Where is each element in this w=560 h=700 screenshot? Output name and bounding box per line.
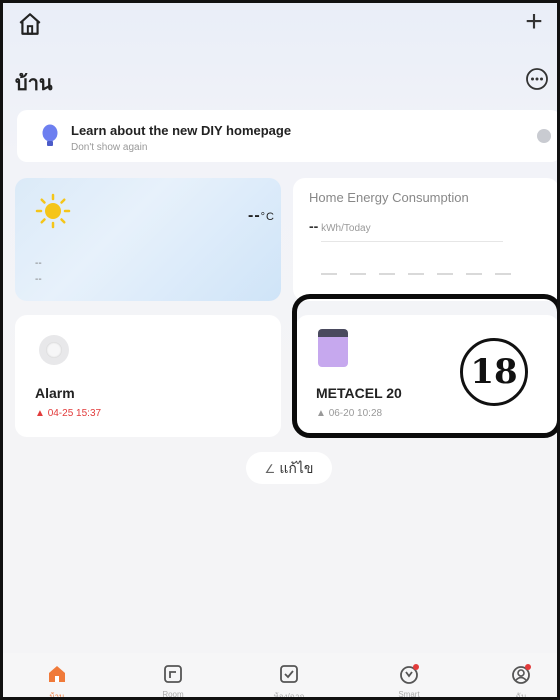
weather-detail-2: --	[35, 274, 42, 285]
home-icon	[49, 666, 65, 682]
diy-homepage-banner[interactable]: Learn about the new DIY homepage Don't s…	[17, 110, 557, 162]
annotation-number: 18	[460, 338, 528, 406]
dismiss-link[interactable]: Don't show again	[71, 142, 147, 153]
energy-divider	[321, 241, 503, 242]
device-name: Alarm	[35, 385, 75, 401]
tab-scene[interactable]: ห้อง/ฉาก	[259, 663, 319, 697]
alarm-device-icon	[39, 335, 69, 365]
weather-card[interactable]: --°C -- --	[15, 178, 281, 301]
me-icon	[512, 664, 531, 684]
energy-title: Home Energy Consumption	[309, 190, 469, 205]
room-icon	[164, 665, 182, 683]
edit-button[interactable]: ∠ แก้ไข	[246, 452, 332, 484]
more-options-icon[interactable]	[525, 67, 549, 91]
energy-placeholder-bars	[321, 273, 511, 275]
device-last-update: ▲ 04-25 15:37	[35, 408, 102, 419]
banner-title: Learn about the new DIY homepage	[71, 123, 292, 138]
sun-icon	[35, 193, 71, 229]
temperature-value: --°C	[248, 207, 275, 224]
scene-icon	[280, 665, 298, 683]
tab-room[interactable]: Room	[143, 663, 203, 697]
app-screen: + บ้าน Learn about the new DIY homepage …	[0, 0, 560, 700]
weather-detail-1: --	[35, 258, 42, 269]
bottom-tab-bar: บ้าน Room ห้อง/ฉาก Smart ฉัน	[3, 653, 557, 697]
energy-card[interactable]: Home Energy Consumption -- kWh/Today	[293, 178, 557, 301]
tab-home[interactable]: บ้าน	[27, 663, 87, 697]
tab-me[interactable]: ฉัน	[491, 663, 551, 697]
energy-value: -- kWh/Today	[309, 218, 371, 234]
smart-icon	[400, 664, 419, 684]
close-icon[interactable]	[537, 129, 551, 143]
home-icon[interactable]	[17, 11, 43, 37]
tab-smart[interactable]: Smart	[379, 663, 439, 697]
pencil-icon: ∠	[264, 462, 276, 476]
device-card-alarm[interactable]: Alarm ▲ 04-25 15:37	[15, 315, 281, 437]
top-bar: +	[3, 3, 557, 53]
page-title: บ้าน	[15, 73, 53, 95]
lightbulb-icon	[42, 124, 58, 146]
add-button[interactable]: +	[521, 7, 547, 37]
